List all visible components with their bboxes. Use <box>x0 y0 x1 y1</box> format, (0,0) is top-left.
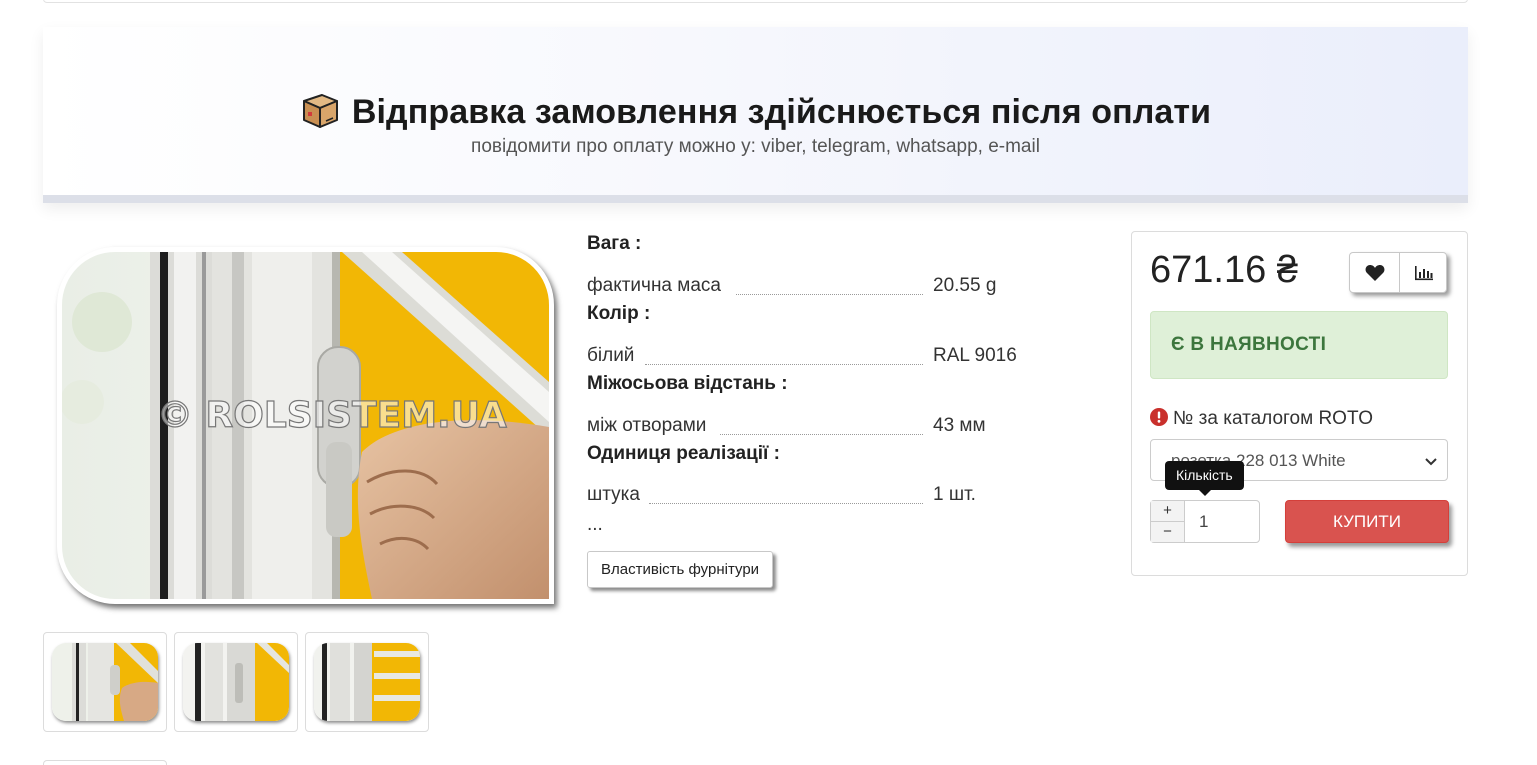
prop-group-spacing-title: Міжосьова відстань : <box>587 373 788 394</box>
stock-status: Є В НАЯВНОСТІ <box>1150 311 1448 379</box>
catalog-label: № за каталогом ROTO <box>1150 408 1373 432</box>
chevron-down-icon <box>1425 454 1437 472</box>
prop-name: фактична маса <box>587 275 721 297</box>
prop-value: 43 мм <box>933 415 986 436</box>
prop-value: 20.55 g <box>933 275 997 296</box>
wishlist-button[interactable] <box>1350 253 1399 292</box>
prop-group-unit-title: Одиниця реалізації : <box>587 443 781 464</box>
quantity-increase-button[interactable]: + <box>1151 501 1184 521</box>
quantity-tooltip: Кількість <box>1165 461 1244 496</box>
thumbnail-3[interactable] <box>305 632 429 732</box>
quantity-decrease-button[interactable]: − <box>1151 521 1184 541</box>
thumbnail-1[interactable] <box>43 632 167 732</box>
buy-box: 671.16 ₴ Є В НАЯВНОСТІ № за каталогом RO… <box>1131 231 1468 576</box>
product-actions <box>1349 252 1447 293</box>
prop-value: 1 шт. <box>933 484 976 505</box>
prop-group-color-title: Колір : <box>587 303 651 324</box>
thumbnail-2[interactable] <box>174 632 298 732</box>
watermark-text: © ROLSISTEM.UA <box>157 395 507 436</box>
next-section-edge <box>43 760 167 765</box>
banner-title-text: Відправка замовлення здійснюється після … <box>351 93 1212 131</box>
prop-group-weight-title: Вага : <box>587 233 642 254</box>
bar-chart-icon <box>1415 265 1433 280</box>
payment-notice-banner: Відправка замовлення здійснюється після … <box>43 27 1468 203</box>
compare-button[interactable] <box>1399 253 1448 292</box>
dotted-leader <box>645 364 923 365</box>
banner-title: Відправка замовлення здійснюється після … <box>43 90 1468 139</box>
stock-status-text: Є В НАЯВНОСТІ <box>1171 334 1327 355</box>
quantity-step-buttons: + − <box>1151 501 1185 542</box>
quantity-input[interactable]: 1 <box>1199 512 1208 532</box>
catalog-label-text: № за каталогом ROTO <box>1173 408 1373 429</box>
prop-name: між отворами <box>587 415 707 437</box>
required-icon <box>1150 408 1168 432</box>
product-main-image[interactable]: © ROLSISTEM.UA <box>57 247 554 604</box>
dotted-leader <box>736 294 923 295</box>
banner-subtitle: повідомити про оплату можно у: viber, te… <box>471 136 1040 157</box>
more-properties-ellipsis: ... <box>587 514 603 535</box>
top-panel-edge <box>43 0 1468 3</box>
prop-name: білий <box>587 345 635 367</box>
dotted-leader <box>649 503 923 504</box>
buy-button[interactable]: КУПИТИ <box>1285 500 1449 543</box>
product-price: 671.16 ₴ <box>1150 249 1298 291</box>
dotted-leader <box>720 434 923 435</box>
hardware-property-button[interactable]: Властивість фурнітури <box>587 551 774 588</box>
prop-name: штука <box>587 484 640 506</box>
quantity-stepper: + − 1 <box>1150 500 1260 543</box>
heart-icon <box>1365 264 1384 281</box>
prop-value: RAL 9016 <box>933 345 1017 366</box>
package-icon <box>300 90 340 139</box>
